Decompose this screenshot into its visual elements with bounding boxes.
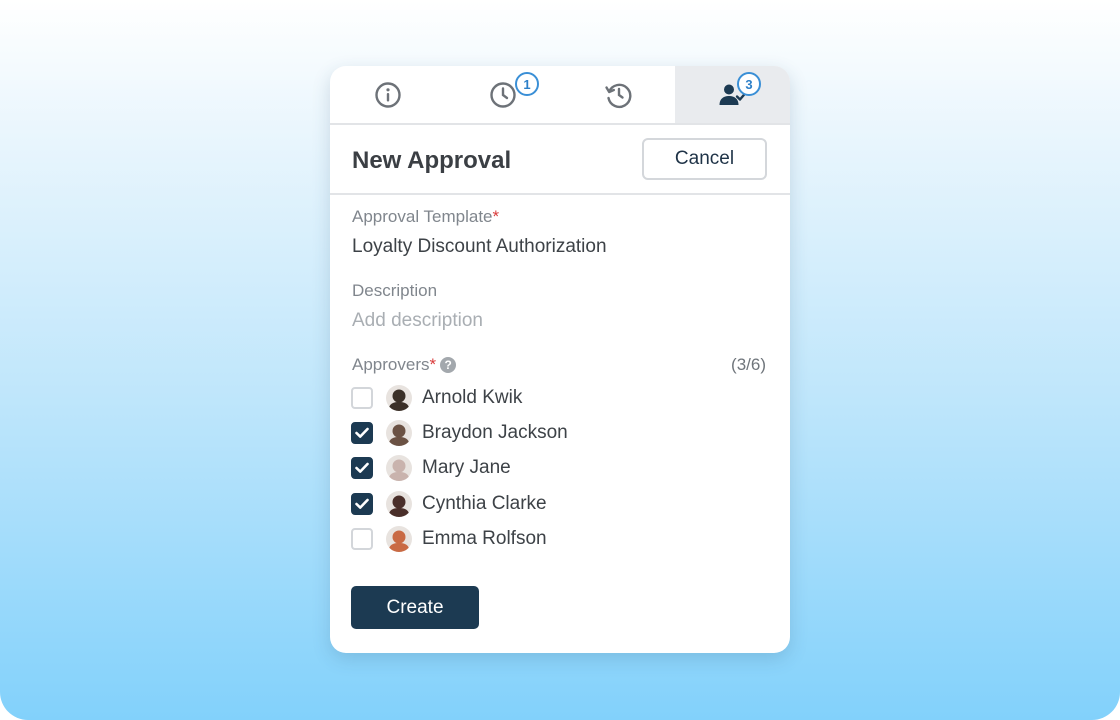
avatar bbox=[386, 491, 412, 517]
approver-checkbox[interactable] bbox=[351, 422, 373, 444]
template-label: Approval Template* bbox=[352, 207, 499, 227]
tab-pending[interactable]: 1 bbox=[445, 66, 560, 123]
avatar bbox=[386, 455, 412, 481]
clock-icon bbox=[489, 81, 517, 109]
description-label: Description bbox=[352, 281, 438, 300]
required-mark: * bbox=[492, 207, 500, 226]
page-title: New Approval bbox=[352, 147, 512, 174]
approver-name: Braydon Jackson bbox=[422, 422, 568, 443]
tab-info[interactable] bbox=[330, 66, 445, 123]
pending-count-badge: 1 bbox=[515, 72, 539, 96]
avatar bbox=[386, 526, 412, 552]
history-icon bbox=[603, 81, 633, 109]
checkmark-icon bbox=[355, 427, 369, 438]
description-input[interactable]: Add description bbox=[352, 310, 483, 332]
approver-row[interactable]: Arnold Kwik bbox=[351, 384, 522, 412]
checkmark-icon bbox=[355, 498, 369, 509]
tab-bar: 1 3 bbox=[330, 66, 790, 125]
approver-checkbox[interactable] bbox=[351, 387, 373, 409]
approver-row[interactable]: Cynthia Clarke bbox=[351, 490, 547, 518]
approver-name: Mary Jane bbox=[422, 457, 511, 478]
approver-name: Cynthia Clarke bbox=[422, 493, 547, 514]
avatar bbox=[386, 420, 412, 446]
approver-checkbox[interactable] bbox=[351, 457, 373, 479]
panel-header: New Approval Cancel bbox=[330, 125, 790, 195]
tab-history[interactable] bbox=[560, 66, 675, 123]
template-label-text: Approval Template bbox=[352, 207, 493, 226]
tab-approvers[interactable]: 3 bbox=[675, 66, 790, 123]
help-icon[interactable]: ? bbox=[440, 357, 457, 373]
approver-checkbox[interactable] bbox=[351, 528, 373, 550]
checkmark-icon bbox=[355, 462, 369, 473]
approval-panel: 1 3 New Approval Cancel Approval Templat… bbox=[330, 66, 790, 653]
info-icon bbox=[374, 81, 402, 109]
avatar bbox=[386, 385, 412, 411]
approver-row[interactable]: Mary Jane bbox=[351, 454, 511, 482]
approver-name: Emma Rolfson bbox=[422, 528, 547, 549]
approvers-count-badge: 3 bbox=[737, 72, 761, 96]
approvers-count: (3/6) bbox=[731, 355, 766, 374]
approver-row[interactable]: Braydon Jackson bbox=[351, 419, 568, 447]
required-mark: * bbox=[429, 355, 437, 374]
approvers-label: Approvers*? bbox=[352, 355, 457, 375]
page-background: 1 3 New Approval Cancel Approval Templat… bbox=[0, 0, 1120, 720]
approver-name: Arnold Kwik bbox=[422, 387, 523, 408]
approvers-label-text: Approvers bbox=[352, 355, 430, 374]
cancel-button[interactable]: Cancel bbox=[642, 138, 767, 180]
approver-checkbox[interactable] bbox=[351, 493, 373, 515]
create-button[interactable]: Create bbox=[351, 586, 479, 629]
approver-row[interactable]: Emma Rolfson bbox=[351, 525, 547, 553]
template-select[interactable]: Loyalty Discount Authorization bbox=[352, 236, 607, 258]
